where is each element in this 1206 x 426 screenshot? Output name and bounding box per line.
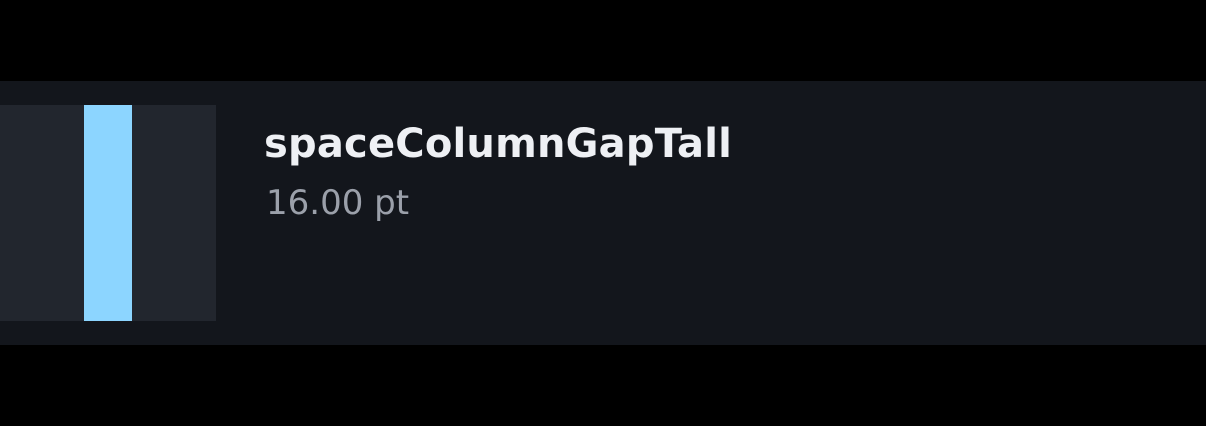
token-row: spaceColumnGapTall 16.00 pt	[0, 81, 1206, 345]
column-gap-indicator	[84, 105, 132, 321]
token-value: 16.00 pt	[266, 183, 410, 223]
gap-preview	[0, 105, 216, 321]
token-info: spaceColumnGapTall 16.00 pt	[264, 119, 732, 225]
token-name: spaceColumnGapTall	[264, 121, 733, 167]
